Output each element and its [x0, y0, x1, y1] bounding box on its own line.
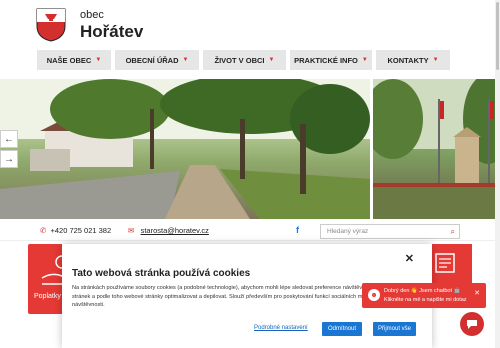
newspaper-icon — [435, 253, 455, 273]
site-header: obec Hořátev — [0, 0, 500, 48]
memorial-illustration — [363, 79, 500, 219]
hero-slider: ← → — [0, 79, 500, 219]
arrow-right-icon: → — [4, 153, 14, 165]
nav-item-prakticke-info[interactable]: PRAKTICKÉ INFO ▼ — [290, 50, 372, 70]
phone-icon: ✆ — [40, 226, 47, 235]
slider-next-button[interactable]: → — [0, 150, 18, 168]
search-placeholder: Hledaný výraz — [327, 228, 369, 235]
email-text: starosta@horatev.cz — [140, 226, 209, 235]
chatbot-greeting: Dobrý den 👋 Jsem chatbot 🤖 — [384, 288, 461, 294]
chevron-down-icon: ▼ — [268, 57, 275, 63]
close-icon[interactable]: ✕ — [405, 252, 414, 265]
facebook-icon[interactable]: f — [296, 225, 299, 235]
chatbot-prompt: Klikněte na mě a napište mi dotaz — [384, 297, 467, 303]
nav-item-obecni-urad[interactable]: OBECNÍ ÚŘAD ▼ — [115, 50, 199, 70]
nav-label: KONTAKTY — [387, 55, 429, 65]
page-scrollbar[interactable] — [495, 0, 500, 348]
arrow-left-icon: ← — [4, 133, 14, 145]
nav-item-zivot-v-obci[interactable]: ŽIVOT V OBCI ▼ — [203, 50, 286, 70]
search-icon[interactable]: ⌕ — [451, 227, 455, 237]
hero-image-village-road — [0, 79, 370, 219]
quick-link-label: Poplatky — [34, 293, 61, 300]
phone-link[interactable]: ✆ +420 725 021 382 — [40, 226, 111, 235]
nav-label: ŽIVOT V OBCI — [214, 55, 265, 65]
nav-label: NAŠE OBEC — [46, 55, 92, 65]
nav-label: OBECNÍ ÚŘAD — [125, 55, 179, 65]
chat-icon — [467, 320, 477, 329]
contact-bar: ✆ +420 725 021 382 ✉ starosta@horatev.cz… — [0, 221, 500, 241]
cookie-reject-button[interactable]: Odmítnout — [322, 322, 362, 336]
close-icon[interactable]: ✕ — [474, 289, 480, 297]
chevron-down-icon: ▼ — [182, 57, 189, 63]
page: obec Hořátev NAŠE OBEC ▼ OBECNÍ ÚŘAD ▼ ŽIV… — [0, 0, 500, 348]
email-link[interactable]: ✉ starosta@horatev.cz — [128, 226, 209, 235]
chatbot-avatar-icon: ☻ — [368, 289, 380, 301]
search-input[interactable]: Hledaný výraz ⌕ — [320, 224, 460, 239]
nav-item-kontakty[interactable]: KONTAKTY ▼ — [376, 50, 450, 70]
chevron-down-icon: ▼ — [361, 57, 368, 63]
chevron-down-icon: ▼ — [432, 57, 439, 63]
town-name[interactable]: Hořátev — [80, 22, 143, 42]
cookie-accept-button[interactable]: Přijmout vše — [373, 322, 416, 336]
hero-image-memorial — [363, 79, 500, 219]
hero-illustration — [0, 79, 370, 219]
phone-text: +420 725 021 382 — [50, 226, 112, 235]
cookie-title: Tato webová stránka používá cookies — [72, 268, 251, 279]
scrollbar-thumb[interactable] — [496, 2, 499, 70]
mail-icon: ✉ — [128, 226, 135, 235]
slider-prev-button[interactable]: ← — [0, 130, 18, 148]
nav-item-nase-obec[interactable]: NAŠE OBEC ▼ — [37, 50, 111, 70]
chat-bubble-button[interactable] — [460, 312, 484, 336]
obec-label: obec — [80, 9, 104, 21]
main-nav: NAŠE OBEC ▼ OBECNÍ ÚŘAD ▼ ŽIVOT V OBCI ▼ PR… — [37, 50, 450, 70]
cookie-settings-link[interactable]: Podrobné nastavení — [254, 325, 308, 331]
coat-of-arms-icon[interactable] — [36, 8, 66, 42]
chatbot-popup[interactable]: ☻ Dobrý den 👋 Jsem chatbot 🤖 Klikněte na… — [362, 283, 486, 308]
chevron-down-icon: ▼ — [95, 57, 102, 63]
nav-label: PRAKTICKÉ INFO — [294, 55, 358, 65]
